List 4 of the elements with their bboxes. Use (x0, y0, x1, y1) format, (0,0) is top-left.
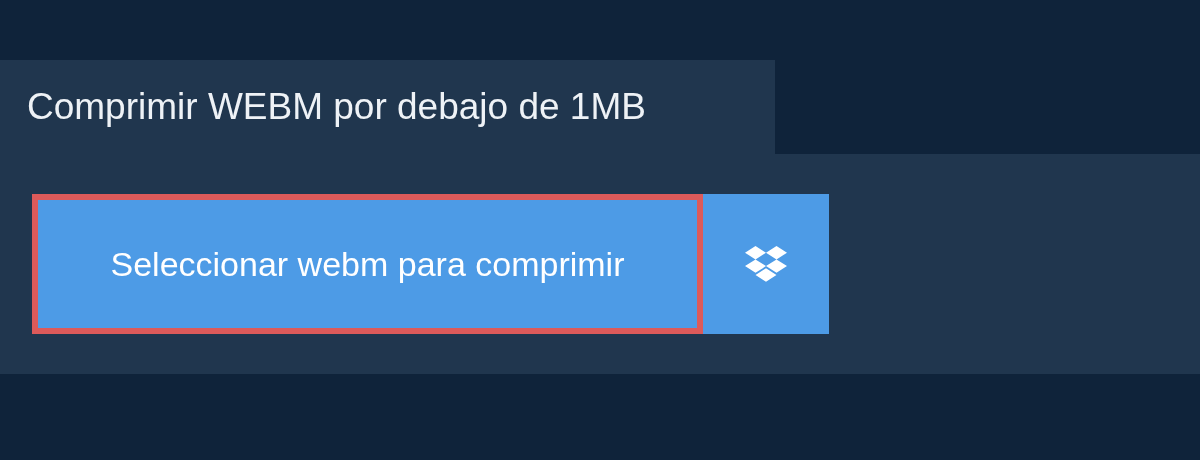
dropbox-button[interactable] (703, 194, 829, 334)
dropbox-icon (745, 246, 787, 282)
select-file-button[interactable]: Seleccionar webm para comprimir (32, 194, 703, 334)
page-title: Comprimir WEBM por debajo de 1MB (27, 85, 646, 130)
